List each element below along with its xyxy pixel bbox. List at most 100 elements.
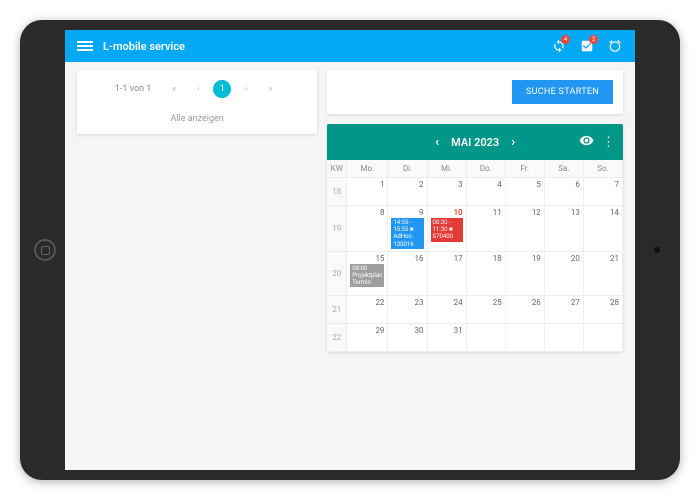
cal-day-cell[interactable]: 17	[428, 252, 467, 296]
day-number: 9	[391, 208, 423, 217]
cal-week-num: 19	[327, 206, 347, 252]
cal-day-cell[interactable]: 24	[428, 296, 467, 324]
day-number: 22	[350, 298, 384, 307]
cal-day-cell[interactable]: 5	[506, 178, 545, 206]
cal-day-cell[interactable]: 28	[584, 296, 623, 324]
day-number: 21	[587, 254, 619, 263]
cal-day-cell[interactable]: 26	[506, 296, 545, 324]
cal-day-header: So.	[584, 160, 623, 178]
cal-day-cell[interactable]: 18	[467, 252, 506, 296]
cal-day-cell[interactable]	[467, 324, 506, 352]
page-first[interactable]: «	[165, 80, 183, 98]
cal-day-cell[interactable]: 4	[467, 178, 506, 206]
cal-day-cell[interactable]: 914:55 - 15:55 ■ AdHoc-130016	[388, 206, 427, 252]
cal-day-header: Fr.	[506, 160, 545, 178]
search-button[interactable]: SUCHE STARTEN	[512, 80, 613, 104]
cal-day-cell[interactable]: 1	[347, 178, 388, 206]
day-number: 13	[548, 208, 580, 217]
content: 1-1 von 1 « ‹ 1 › » Alle anzeigen SUCHE …	[65, 62, 635, 470]
cal-week-num: 21	[327, 296, 347, 324]
cal-day-header: Di.	[388, 160, 427, 178]
day-number: 20	[548, 254, 580, 263]
day-number: 30	[391, 326, 423, 335]
cal-day-cell[interactable]: 16	[388, 252, 427, 296]
cal-day-cell[interactable]: 23	[388, 296, 427, 324]
app-title: L-mobile service	[103, 40, 185, 53]
page-current[interactable]: 1	[213, 80, 231, 98]
cal-day-cell[interactable]: 22	[347, 296, 388, 324]
left-panel: 1-1 von 1 « ‹ 1 › » Alle anzeigen	[77, 70, 317, 462]
cal-day-cell[interactable]: 7	[584, 178, 623, 206]
eye-icon[interactable]	[579, 133, 594, 152]
day-number: 18	[470, 254, 502, 263]
cal-day-cell[interactable]: 11	[467, 206, 506, 252]
day-number: 17	[431, 254, 463, 263]
cal-day-cell[interactable]: 19	[506, 252, 545, 296]
cal-day-cell[interactable]	[584, 324, 623, 352]
more-icon[interactable]: ⋮	[602, 135, 615, 150]
right-panel: SUCHE STARTEN ‹ MAI 2023 › ⋮	[327, 70, 623, 462]
day-number: 7	[587, 180, 619, 189]
tablet-frame: L-mobile service 4 2 1-1 von	[20, 20, 680, 480]
page-prev[interactable]: ‹	[189, 80, 207, 98]
alarm-icon[interactable]	[607, 38, 623, 54]
calendar-event[interactable]: 08:00 Projektplan Termin	[350, 264, 384, 288]
calendar-event[interactable]: 14:55 - 15:55 ■ AdHoc-130016	[391, 218, 423, 249]
cal-day-cell[interactable]: 21	[584, 252, 623, 296]
day-number: 23	[391, 298, 423, 307]
cal-day-cell[interactable]: 8	[347, 206, 388, 252]
day-number: 14	[587, 208, 619, 217]
page-next[interactable]: ›	[237, 80, 255, 98]
cal-day-cell[interactable]: 12	[506, 206, 545, 252]
day-number: 10	[431, 208, 463, 217]
show-all-link[interactable]: Alle anzeigen	[87, 114, 307, 124]
cal-day-cell[interactable]: 27	[545, 296, 584, 324]
pagination-info: 1-1 von 1	[115, 84, 152, 94]
calendar-nav: ‹ MAI 2023 ›	[435, 135, 515, 150]
pagination: 1-1 von 1 « ‹ 1 › »	[87, 80, 307, 98]
cal-day-cell[interactable]	[506, 324, 545, 352]
day-number: 25	[470, 298, 502, 307]
day-number: 29	[350, 326, 384, 335]
cal-day-cell[interactable]	[545, 324, 584, 352]
day-number: 27	[548, 298, 580, 307]
tasks-icon[interactable]: 2	[579, 38, 595, 54]
top-actions: 4 2	[551, 38, 623, 54]
cal-day-cell[interactable]: 30	[388, 324, 427, 352]
day-number: 26	[509, 298, 541, 307]
cal-week-num: 22	[327, 324, 347, 352]
cal-day-cell[interactable]: 3	[428, 178, 467, 206]
cal-day-cell[interactable]: 13	[545, 206, 584, 252]
cal-kw-label: KW	[327, 160, 347, 178]
day-number: 15	[350, 254, 384, 263]
day-number: 3	[431, 180, 463, 189]
cal-week-num: 20	[327, 252, 347, 296]
cal-day-cell[interactable]: 2	[388, 178, 427, 206]
cal-day-cell[interactable]: 6	[545, 178, 584, 206]
cal-day-header: Sa.	[545, 160, 584, 178]
calendar-title: MAI 2023	[451, 136, 499, 149]
page-last[interactable]: »	[261, 80, 279, 98]
day-number: 4	[470, 180, 502, 189]
cal-day-cell[interactable]: 14	[584, 206, 623, 252]
day-number: 31	[431, 326, 463, 335]
sync-icon[interactable]: 4	[551, 38, 567, 54]
calendar-actions: ⋮	[579, 133, 615, 152]
cal-day-cell[interactable]: 31	[428, 324, 467, 352]
cal-next-icon[interactable]: ›	[511, 135, 515, 150]
calendar-event[interactable]: 08:30 - 11:30 ■ S70400	[431, 218, 463, 242]
cal-day-cell[interactable]: 1508:00 Projektplan Termin	[347, 252, 388, 296]
cal-day-cell[interactable]: 1008:30 - 11:30 ■ S70400	[428, 206, 467, 252]
day-number: 6	[548, 180, 580, 189]
cal-week-num: 18	[327, 178, 347, 206]
cal-prev-icon[interactable]: ‹	[435, 135, 439, 150]
home-button[interactable]	[34, 239, 56, 261]
menu-icon[interactable]	[77, 39, 93, 53]
calendar-header: ‹ MAI 2023 › ⋮	[327, 124, 623, 160]
day-number: 11	[470, 208, 502, 217]
day-number: 24	[431, 298, 463, 307]
cal-day-cell[interactable]: 25	[467, 296, 506, 324]
cal-day-cell[interactable]: 20	[545, 252, 584, 296]
tasks-badge: 2	[589, 35, 598, 44]
cal-day-cell[interactable]: 29	[347, 324, 388, 352]
